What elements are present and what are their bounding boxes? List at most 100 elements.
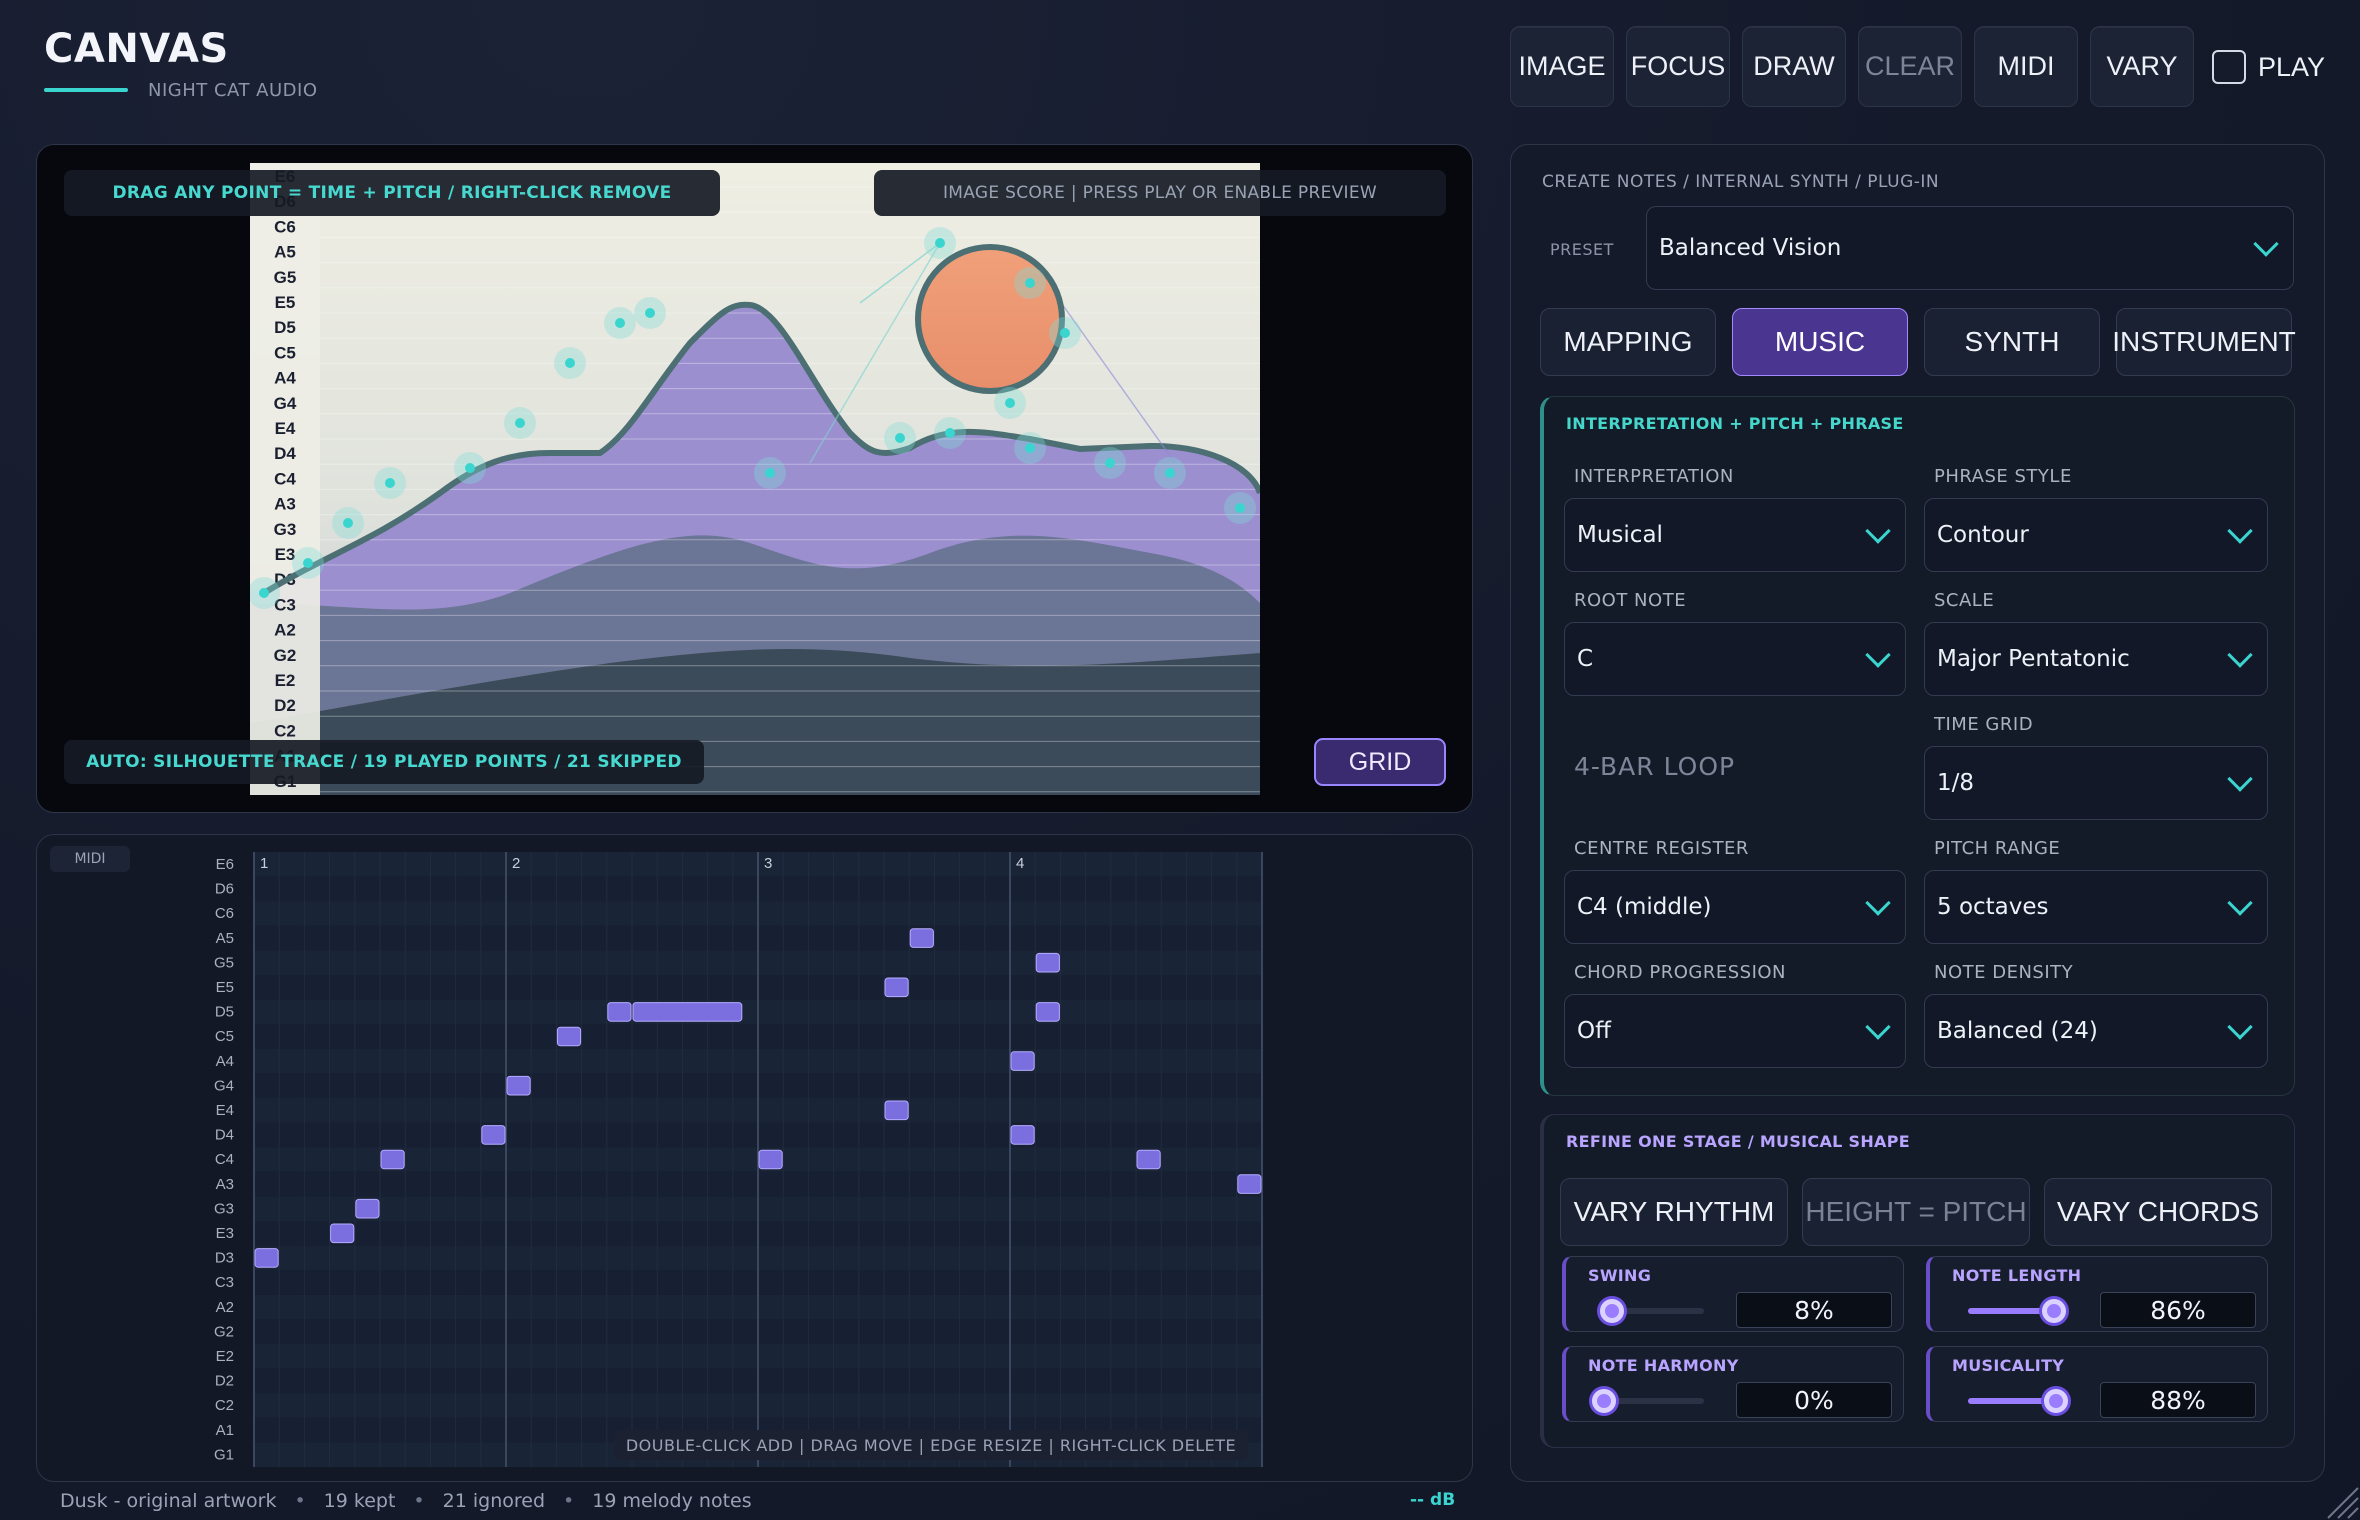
scale-label: SCALE: [1934, 590, 1995, 611]
midi-note[interactable]: [632, 1002, 743, 1022]
pitch-label: E5: [275, 293, 296, 312]
midi-note[interactable]: [1136, 1149, 1161, 1170]
midi-note[interactable]: [556, 1026, 582, 1047]
swing-label: SWING: [1588, 1266, 1652, 1285]
interpretation-dropdown[interactable]: Musical: [1564, 498, 1906, 572]
resize-grip-icon[interactable]: [2320, 1480, 2360, 1520]
root-note-dropdown[interactable]: C: [1564, 622, 1906, 696]
vary-button[interactable]: VARY: [2090, 26, 2194, 107]
trace-point[interactable]: [945, 428, 955, 438]
tab-instrument[interactable]: INSTRUMENT: [2112, 308, 2296, 376]
time-grid-dropdown[interactable]: 1/8: [1924, 746, 2268, 820]
swing-value[interactable]: 8%: [1736, 1292, 1892, 1328]
trace-point[interactable]: [895, 433, 905, 443]
section-title-refine: REFINE ONE STAGE / MUSICAL SHAPE: [1566, 1132, 1910, 1151]
trace-point[interactable]: [1005, 398, 1015, 408]
note-density-dropdown[interactable]: Balanced (24): [1924, 994, 2268, 1068]
note-harmony-slider-track[interactable]: [1604, 1398, 1704, 1404]
vary-chords-button[interactable]: VARY CHORDS: [2044, 1178, 2272, 1246]
scale-dropdown[interactable]: Major Pentatonic: [1924, 622, 2268, 696]
focus-button[interactable]: FOCUS: [1626, 26, 1730, 107]
piano-roll-grid: [253, 852, 1263, 1467]
musicality-value[interactable]: 88%: [2100, 1382, 2256, 1418]
piano-roll-pitch-label: D6: [215, 881, 234, 898]
app-subtitle: NIGHT CAT AUDIO: [148, 80, 318, 101]
note-length-value[interactable]: 86%: [2100, 1292, 2256, 1328]
midi-note[interactable]: [607, 1002, 632, 1022]
vary-rhythm-button[interactable]: VARY RHYTHM: [1560, 1178, 1788, 1246]
trace-point[interactable]: [1235, 503, 1245, 513]
trace-point[interactable]: [1165, 468, 1175, 478]
height-pitch-button[interactable]: HEIGHT = PITCH: [1802, 1178, 2030, 1246]
note-length-label: NOTE LENGTH: [1952, 1266, 2082, 1285]
play-label[interactable]: PLAY: [2258, 52, 2325, 83]
note-harmony-value[interactable]: 0%: [1736, 1382, 1892, 1418]
image-button[interactable]: IMAGE: [1510, 26, 1614, 107]
clear-button[interactable]: CLEAR: [1858, 26, 1962, 107]
trace-point[interactable]: [1060, 328, 1070, 338]
trace-point[interactable]: [935, 238, 945, 248]
sun[interactable]: [915, 244, 1065, 394]
pitch-range-dropdown[interactable]: 5 octaves: [1924, 870, 2268, 944]
midi-button[interactable]: MIDI: [1974, 26, 2078, 107]
note-length-slider-thumb[interactable]: [2042, 1299, 2066, 1323]
midi-note[interactable]: [1035, 952, 1060, 973]
grid-button[interactable]: GRID: [1314, 738, 1446, 786]
trace-point[interactable]: [1025, 443, 1035, 453]
time-grid-label: TIME GRID: [1934, 714, 2034, 735]
midi-note[interactable]: [506, 1075, 531, 1096]
trace-point[interactable]: [565, 358, 575, 368]
interpretation-label: INTERPRETATION: [1574, 466, 1734, 487]
midi-note[interactable]: [355, 1198, 380, 1219]
trace-point[interactable]: [1105, 458, 1115, 468]
image-canvas[interactable]: E6D6C6A5G5E5D5C5A4G4E4D4C4A3G3E3D3C3A2G2…: [250, 163, 1260, 795]
trace-point[interactable]: [385, 478, 395, 488]
midi-note[interactable]: [1035, 1002, 1060, 1022]
pitch-label: G5: [274, 268, 297, 287]
chevron-down-icon: [2227, 890, 2253, 916]
midi-note[interactable]: [380, 1149, 405, 1170]
midi-note[interactable]: [884, 1100, 909, 1121]
tab-synth[interactable]: SYNTH: [1924, 308, 2100, 376]
bar-number: 2: [512, 855, 520, 872]
play-checkbox[interactable]: [2212, 50, 2246, 84]
midi-note[interactable]: [884, 977, 909, 998]
trace-point[interactable]: [1025, 278, 1035, 288]
trace-point[interactable]: [343, 518, 353, 528]
trace-point[interactable]: [515, 418, 525, 428]
tab-mapping[interactable]: MAPPING: [1540, 308, 1716, 376]
centre-register-value: C4 (middle): [1577, 894, 1712, 920]
kept-count: 19 kept: [323, 1490, 396, 1512]
midi-note[interactable]: [254, 1248, 279, 1268]
trace-point[interactable]: [465, 463, 475, 473]
artwork-name: Dusk - original artwork: [60, 1490, 277, 1512]
midi-note[interactable]: [1237, 1174, 1262, 1194]
trace-point[interactable]: [645, 308, 655, 318]
midi-note[interactable]: [330, 1223, 355, 1244]
midi-note[interactable]: [481, 1125, 506, 1145]
phrase-style-dropdown[interactable]: Contour: [1924, 498, 2268, 572]
piano-roll-pitch-label: D4: [215, 1127, 234, 1144]
chord-progression-value: Off: [1577, 1018, 1611, 1044]
interpretation-value: Musical: [1577, 522, 1663, 548]
midi-note[interactable]: [1010, 1051, 1035, 1071]
time-grid-value: 1/8: [1937, 770, 1975, 796]
trace-point[interactable]: [765, 468, 775, 478]
trace-point[interactable]: [303, 558, 313, 568]
chord-progression-dropdown[interactable]: Off: [1564, 994, 1906, 1068]
centre-register-dropdown[interactable]: C4 (middle): [1564, 870, 1906, 944]
musicality-slider-thumb[interactable]: [2044, 1389, 2068, 1413]
draw-button[interactable]: DRAW: [1742, 26, 1846, 107]
trace-point[interactable]: [615, 318, 625, 328]
midi-note[interactable]: [758, 1149, 783, 1170]
note-harmony-slider-thumb[interactable]: [1592, 1389, 1616, 1413]
pitch-labels: E6D6C6A5G5E5D5C5A4G4E4D4C4A3G3E3D3C3A2G2…: [274, 167, 297, 791]
piano-roll-pitch-label: G2: [214, 1323, 234, 1340]
midi-note[interactable]: [909, 928, 934, 948]
preset-dropdown[interactable]: Balanced Vision: [1646, 206, 2294, 290]
piano-roll[interactable]: E6 D6 C6 A5 G5 E5 D5 C5 A4 G4 E4 D4 C4 A3 G3 E3 D3 C3 A2 G2…: [190, 848, 1270, 1468]
swing-slider-thumb[interactable]: [1600, 1299, 1624, 1323]
trace-point[interactable]: [259, 588, 269, 598]
tab-music[interactable]: MUSIC: [1732, 308, 1908, 376]
midi-note[interactable]: [1010, 1125, 1035, 1145]
